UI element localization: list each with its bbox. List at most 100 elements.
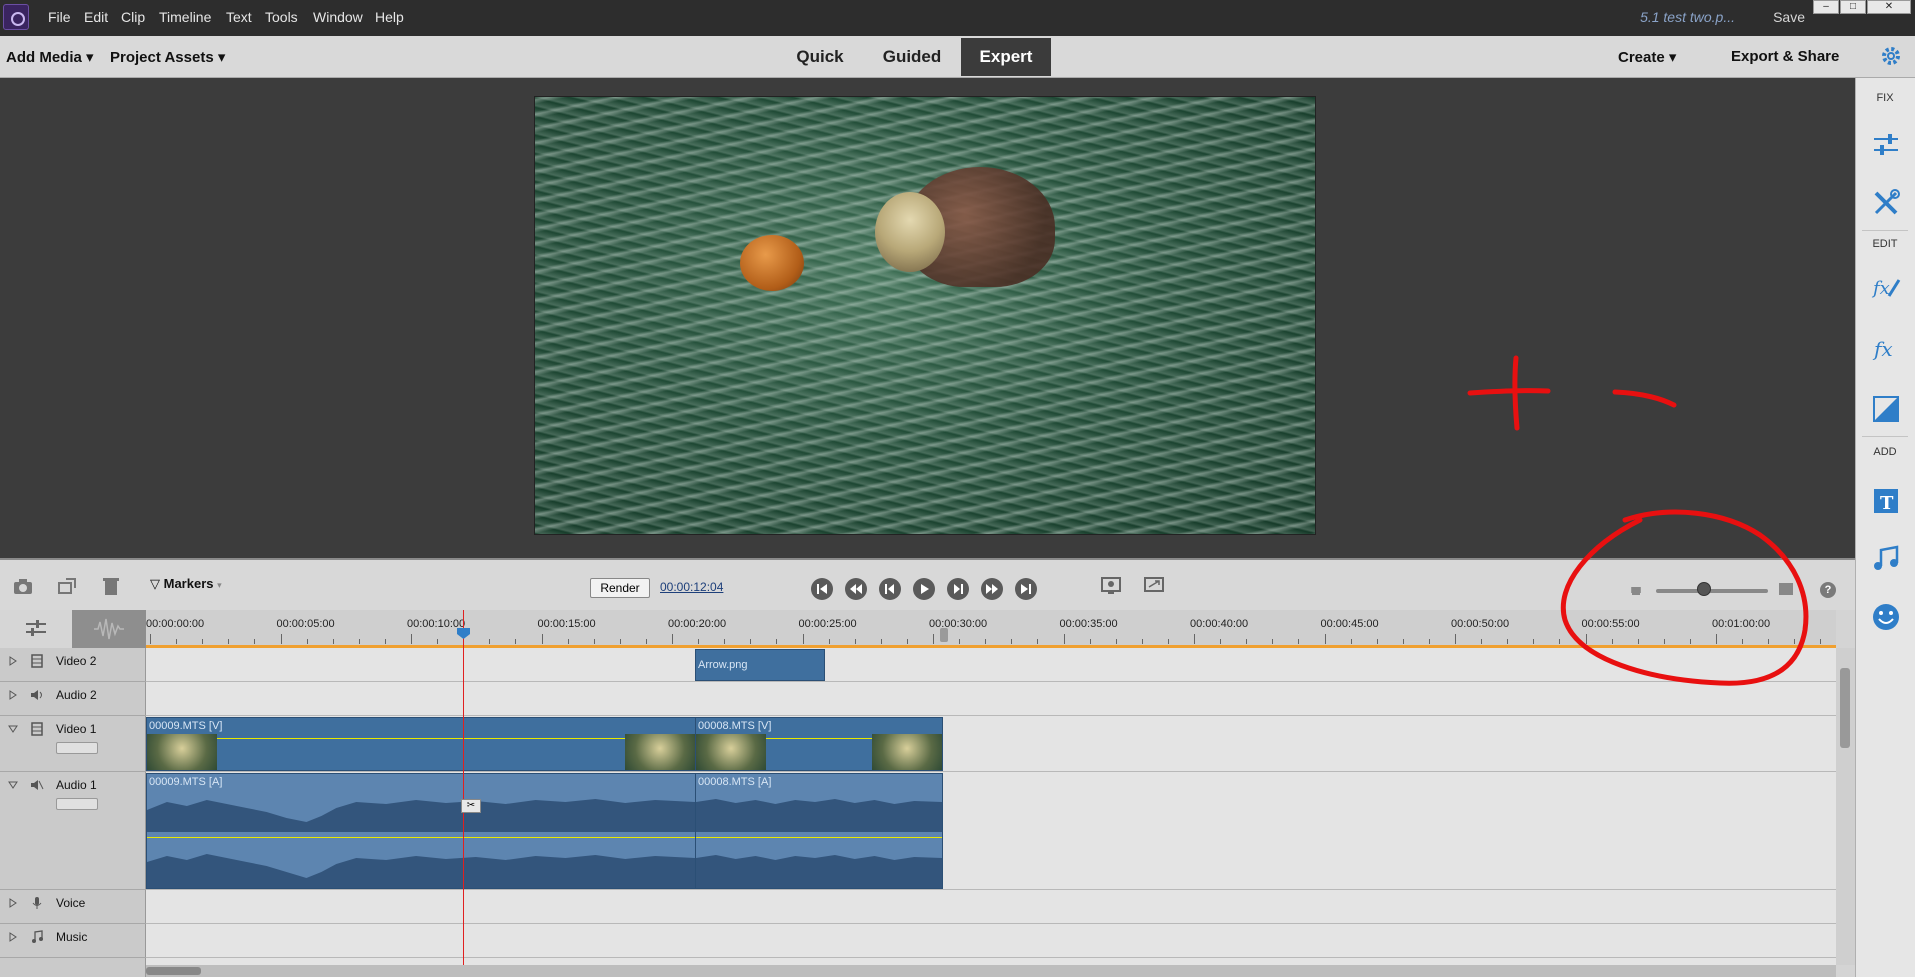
export-share-button[interactable]: Export & Share bbox=[1731, 48, 1839, 65]
previous-edit-icon[interactable] bbox=[845, 578, 867, 600]
ruler-tick bbox=[280, 634, 282, 644]
ruler-tick bbox=[1063, 634, 1065, 644]
ruler-tick bbox=[254, 639, 256, 644]
ruler-tick bbox=[437, 639, 439, 644]
minimize-icon[interactable]: – bbox=[1813, 0, 1839, 14]
title-icon[interactable]: T bbox=[1871, 486, 1901, 516]
ruler-tick bbox=[1246, 639, 1248, 644]
help-icon[interactable]: ? bbox=[1820, 582, 1836, 598]
fullscreen-icon[interactable] bbox=[1143, 576, 1165, 596]
timeline-end-marker[interactable] bbox=[940, 628, 948, 642]
tab-guided[interactable]: Guided bbox=[872, 38, 952, 76]
menu-clip[interactable]: Clip bbox=[121, 9, 145, 25]
adjust-icon[interactable] bbox=[1871, 130, 1901, 160]
zoom-in-icon[interactable] bbox=[1778, 582, 1794, 596]
film-icon bbox=[31, 654, 43, 668]
playhead-line[interactable] bbox=[463, 610, 464, 977]
menu-text[interactable]: Text bbox=[226, 9, 252, 25]
ruler-tick bbox=[985, 639, 987, 644]
monitor-settings-icon[interactable] bbox=[1100, 576, 1122, 596]
ruler-tick bbox=[358, 639, 360, 644]
ruler-tick bbox=[672, 634, 673, 644]
clip-00008-video[interactable]: 00008.MTS [V] bbox=[695, 717, 943, 771]
track-voice[interactable] bbox=[146, 890, 1836, 924]
tools-icon[interactable] bbox=[1871, 188, 1901, 218]
expand-triangle-icon[interactable] bbox=[8, 656, 18, 666]
expand-triangle-icon[interactable] bbox=[8, 932, 18, 942]
play-icon[interactable] bbox=[913, 578, 935, 600]
zoom-slider-handle[interactable] bbox=[1697, 582, 1711, 596]
tab-quick[interactable]: Quick bbox=[780, 38, 860, 76]
graphics-icon[interactable] bbox=[1871, 602, 1901, 632]
track-audio-1[interactable]: 00009.MTS [A] 00008.MTS [A] bbox=[146, 772, 1836, 890]
clip-arrow-png[interactable]: Arrow.png bbox=[695, 649, 825, 681]
add-media-button[interactable]: Add Media ▾ bbox=[6, 48, 94, 66]
collapse-triangle-icon[interactable] bbox=[8, 780, 18, 790]
ruler-tick bbox=[776, 639, 778, 644]
volume-line[interactable] bbox=[147, 837, 695, 838]
track-video-1[interactable]: 00009.MTS [V] 00008.MTS [V] bbox=[146, 716, 1836, 772]
scissors-icon[interactable]: ✂ bbox=[461, 799, 481, 813]
rotate-clip-icon[interactable] bbox=[56, 576, 78, 596]
vertical-scrollbar[interactable] bbox=[1836, 648, 1855, 965]
zoom-slider[interactable] bbox=[1656, 589, 1768, 593]
timecode-display[interactable]: 00:00:12:04 bbox=[660, 580, 723, 594]
menu-file[interactable]: File bbox=[48, 9, 71, 25]
ruler-tick bbox=[489, 639, 491, 644]
horizontal-scrollbar[interactable] bbox=[146, 965, 1836, 977]
maximize-icon[interactable]: □ bbox=[1840, 0, 1866, 14]
trash-icon[interactable] bbox=[100, 576, 122, 596]
menu-edit[interactable]: Edit bbox=[84, 9, 108, 25]
goto-start-icon[interactable] bbox=[811, 578, 833, 600]
create-button[interactable]: Create ▾ bbox=[1618, 48, 1676, 66]
goto-end-icon[interactable] bbox=[1015, 578, 1037, 600]
fx-edit-icon[interactable]: fx bbox=[1871, 272, 1901, 302]
opacity-line[interactable] bbox=[147, 738, 695, 739]
save-button[interactable]: Save bbox=[1773, 9, 1805, 25]
ruler-tick bbox=[1637, 639, 1639, 644]
menu-help[interactable]: Help bbox=[375, 9, 404, 25]
transition-icon[interactable] bbox=[1871, 394, 1901, 424]
step-back-icon[interactable] bbox=[879, 578, 901, 600]
keyframe-controls[interactable] bbox=[56, 798, 98, 810]
ruler-label: 00:00:35:00 bbox=[1059, 618, 1118, 630]
ruler-label: 00:00:25:00 bbox=[798, 618, 857, 630]
keyframe-controls[interactable] bbox=[56, 742, 98, 754]
snapshot-icon[interactable] bbox=[12, 576, 34, 596]
scrollbar-thumb[interactable] bbox=[1840, 668, 1850, 748]
step-forward-icon[interactable] bbox=[947, 578, 969, 600]
next-edit-icon[interactable] bbox=[981, 578, 1003, 600]
render-button[interactable]: Render bbox=[590, 578, 650, 598]
video-preview[interactable] bbox=[534, 96, 1316, 535]
clip-00009-video[interactable]: 00009.MTS [V] bbox=[146, 717, 696, 771]
menu-tools[interactable]: Tools bbox=[265, 9, 298, 25]
ruler-tick bbox=[1402, 639, 1404, 644]
menu-window[interactable]: Window bbox=[313, 9, 363, 25]
project-assets-button[interactable]: Project Assets ▾ bbox=[110, 48, 225, 66]
track-video-2[interactable]: Arrow.png bbox=[146, 648, 1836, 682]
time-ruler[interactable]: 00:00:00:00 00:00:05:00 00:00:10:00 00:00:1… bbox=[146, 610, 1836, 648]
clip-00008-audio[interactable]: 00008.MTS [A] bbox=[695, 773, 943, 889]
track-music[interactable] bbox=[146, 924, 1836, 958]
track-audio-2[interactable] bbox=[146, 682, 1836, 716]
ruler-tick bbox=[698, 639, 700, 644]
markers-button[interactable]: ▽ Markers ▾ bbox=[150, 576, 222, 592]
music-icon[interactable] bbox=[1871, 544, 1901, 574]
expand-triangle-icon[interactable] bbox=[8, 898, 18, 908]
audio-view-button[interactable] bbox=[72, 610, 146, 648]
fx-icon[interactable]: fx bbox=[1871, 334, 1901, 364]
ruler-label: 00:00:20:00 bbox=[668, 618, 727, 630]
ruler-tick bbox=[515, 639, 517, 644]
close-icon[interactable]: ✕ bbox=[1867, 0, 1911, 14]
timeline-view-button[interactable] bbox=[0, 610, 72, 648]
scrollbar-thumb[interactable] bbox=[146, 967, 201, 975]
volume-line[interactable] bbox=[696, 837, 942, 838]
zoom-small-icon[interactable] bbox=[1632, 587, 1640, 595]
gear-icon[interactable] bbox=[1879, 44, 1903, 68]
menu-timeline[interactable]: Timeline bbox=[159, 9, 211, 25]
tab-expert[interactable]: Expert bbox=[961, 38, 1051, 76]
clip-00009-audio[interactable]: 00009.MTS [A] bbox=[146, 773, 696, 889]
expand-triangle-icon[interactable] bbox=[8, 690, 18, 700]
ruler-tick bbox=[854, 639, 856, 644]
collapse-triangle-icon[interactable] bbox=[8, 724, 18, 734]
